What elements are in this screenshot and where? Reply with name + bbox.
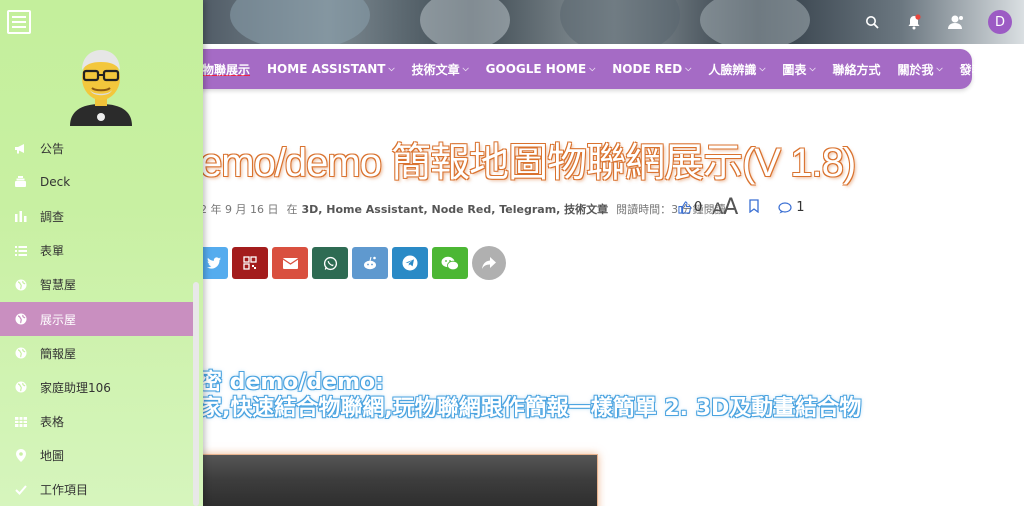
chevron-down-icon: ⌵ (462, 64, 469, 73)
share-email-button[interactable] (272, 247, 308, 279)
map-pin-icon (14, 449, 27, 463)
globe-icon (14, 278, 27, 291)
list-icon (14, 244, 27, 257)
sidebar-item-announcement[interactable]: 公告 (0, 131, 193, 165)
user-avatar[interactable]: D (988, 10, 1012, 34)
qrcode-icon (243, 256, 257, 270)
share-twitter-button[interactable] (200, 247, 228, 279)
share-whatsapp-button[interactable] (312, 247, 348, 279)
post-in-label: 在 (286, 203, 298, 216)
whatsapp-icon (323, 256, 337, 270)
share-buttons (200, 246, 506, 280)
font-size-toggle[interactable]: AA (712, 195, 738, 220)
sidebar-item-presentation-house[interactable]: 簡報屋 (0, 336, 193, 370)
sidebar-item-home-assistant-106[interactable]: 家庭助理106 (0, 370, 193, 404)
share-telegram-button[interactable] (392, 247, 428, 279)
megaphone-icon (14, 142, 27, 155)
nav-item-node-red[interactable]: NODE RED ⌵ (612, 62, 691, 76)
share-reddit-button[interactable] (352, 247, 388, 279)
chevron-down-icon: ⌵ (809, 64, 816, 73)
nav-item-charts[interactable]: 圖表 ⌵ (782, 61, 815, 78)
table-icon (14, 415, 27, 428)
share-wechat-button[interactable] (432, 247, 468, 279)
comments-button[interactable]: 1 (778, 200, 805, 215)
chevron-down-icon: ⌵ (589, 64, 596, 73)
sidebar-item-smart-house[interactable]: 智慧屋 (0, 268, 193, 302)
bookmark-icon[interactable] (748, 198, 760, 217)
email-icon (282, 257, 298, 269)
nav-item-face-recognition[interactable]: 人臉辨識 ⌵ (708, 61, 765, 78)
sidebar-drawer: 公告 Deck 調查 表單 智慧屋 展示屋 簡報屋 家庭助理106 表格 地圖 … (0, 0, 203, 506)
sidebar-item-table[interactable]: 表格 (0, 405, 193, 439)
thumbs-up-icon (678, 201, 691, 214)
nav-item-google-home[interactable]: GOOGLE HOME ⌵ (486, 62, 596, 76)
bar-chart-icon (14, 210, 27, 223)
embedded-media-frame[interactable] (200, 454, 598, 506)
sidebar-item-showcase-house[interactable]: 展示屋 (0, 301, 193, 337)
profile-avatar (70, 50, 132, 126)
share-qrcode-button[interactable] (232, 247, 268, 279)
post-date: 2 年 9 月 16 日 (200, 203, 279, 216)
like-button[interactable]: 0 (678, 200, 702, 215)
globe-icon (14, 313, 27, 326)
share-arrow-icon (482, 257, 496, 269)
content-highlight-line-2: 家,快速結合物聯網,玩物聯網跟作簡報一樣簡單 2. 3D及動畫結合物 (200, 396, 862, 421)
reddit-icon (364, 256, 376, 270)
share-more-button[interactable] (472, 246, 506, 280)
main-navigation: 物聯展示 HOME ASSISTANT ⌵ 技術文章 ⌵ GOOGLE HOME ⌵ … (180, 49, 1008, 89)
comment-bubble-icon (778, 201, 792, 213)
sidebar-item-form[interactable]: 表單 (0, 234, 193, 268)
nav-item-tech-articles[interactable]: 技術文章 ⌵ (412, 61, 469, 78)
nav-item-about[interactable]: 關於我 ⌵ (898, 61, 943, 78)
chevron-down-icon: ⌵ (759, 64, 766, 73)
globe-icon (14, 381, 27, 394)
deck-icon (14, 176, 27, 189)
like-count: 0 (694, 200, 703, 215)
chevron-down-icon: ⌵ (936, 64, 943, 73)
wechat-icon (441, 256, 459, 270)
nav-item-contact[interactable]: 聯絡方式 (833, 61, 881, 78)
check-icon (14, 483, 27, 496)
post-actions: 0 AA 1 (678, 195, 805, 220)
post-title: emo/demo 簡報地圖物聯網展示(V 1.8) (200, 141, 856, 185)
post-meta: 2 年 9 月 16 日 在 3D, Home Assistant, Node … (200, 201, 726, 217)
user-profile-icon[interactable] (946, 12, 966, 32)
sidebar-item-deck[interactable]: Deck (0, 165, 193, 199)
telegram-icon (402, 255, 418, 271)
twitter-icon (207, 257, 221, 269)
sidebar-item-tasks[interactable]: 工作項目 (0, 473, 193, 506)
comment-count: 1 (796, 200, 805, 215)
sidebar-menu: 公告 Deck 調查 表單 智慧屋 展示屋 簡報屋 家庭助理106 表格 地圖 … (0, 131, 193, 506)
hamburger-menu-icon[interactable] (7, 10, 31, 34)
sidebar-item-survey[interactable]: 調查 (0, 199, 193, 233)
nav-item-publish[interactable]: 發表文章 (960, 61, 1008, 78)
chevron-down-icon: ⌵ (388, 64, 395, 73)
sidebar-scrollbar[interactable] (193, 282, 199, 506)
nav-item-home-assistant[interactable]: HOME ASSISTANT ⌵ (267, 62, 395, 76)
globe-icon (14, 347, 27, 360)
notification-bell-icon[interactable] (904, 12, 924, 32)
post-categories[interactable]: 3D, Home Assistant, Node Red, Telegram, … (301, 201, 608, 217)
nav-item-iot-showcase[interactable]: 物聯展示 (202, 61, 250, 78)
search-icon[interactable] (862, 12, 882, 32)
sidebar-item-map[interactable]: 地圖 (0, 439, 193, 473)
chevron-down-icon: ⌵ (685, 64, 692, 73)
